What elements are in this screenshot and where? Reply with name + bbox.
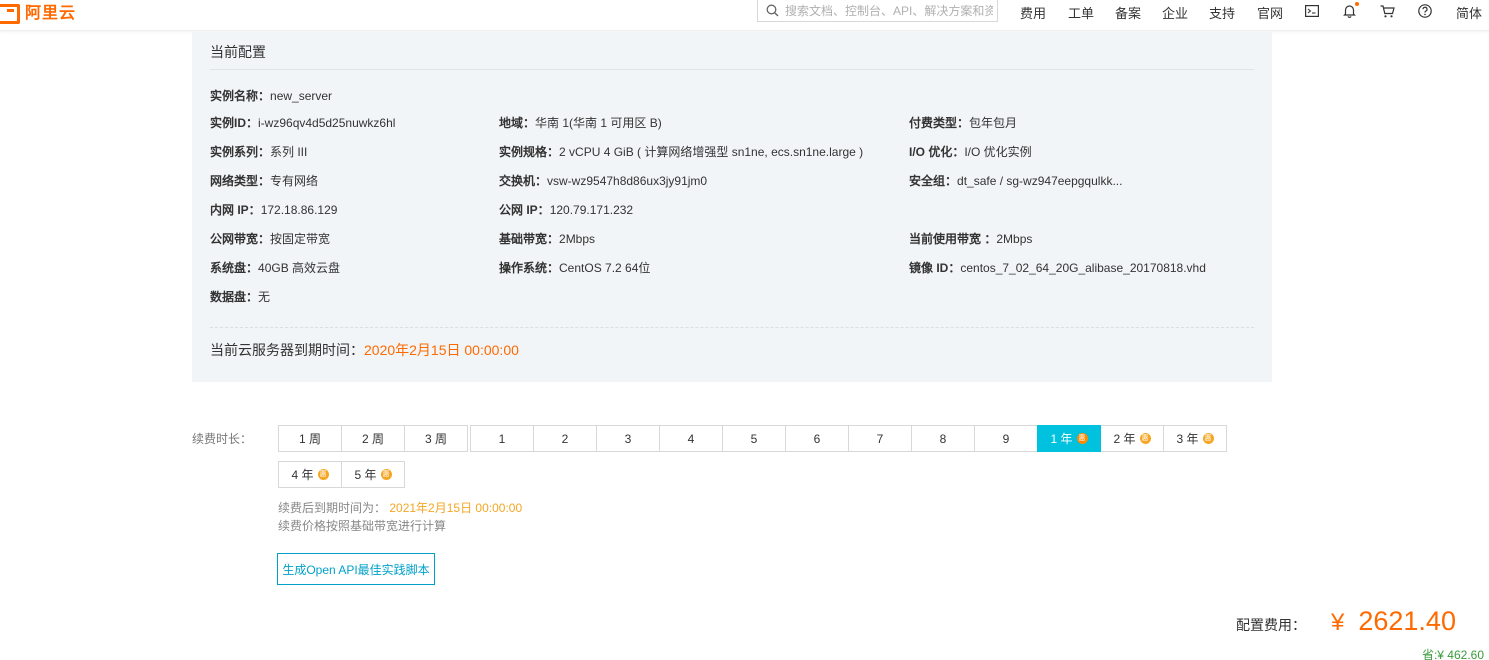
discount-badge-icon: 惠 <box>1076 433 1088 444</box>
public-ip: 公网 IP：120.79.171.232 <box>499 203 634 217</box>
discount-badge-icon: 惠 <box>1202 433 1214 444</box>
duration-option-label: 8 <box>939 431 947 446</box>
duration-option[interactable]: 4 年惠 <box>278 461 342 488</box>
nav-fee[interactable]: 费用 <box>1020 3 1046 22</box>
duration-option[interactable]: 2 年惠 <box>1100 425 1164 452</box>
duration-option[interactable]: 4 <box>659 425 723 452</box>
duration-options-row-1: 1 周2 周3 周1234567891 年惠2 年惠3 年惠 <box>278 425 1227 452</box>
help-icon[interactable] <box>1417 3 1433 19</box>
bell-icon[interactable] <box>1341 2 1359 19</box>
top-bar: 阿里云 费用 工单 备案 企业 支持 官网 简体 <box>0 0 1489 31</box>
instance-family: 实例系列：系列 III <box>210 145 308 159</box>
duration-option[interactable]: 8 <box>911 425 975 452</box>
panel-title: 当前配置 <box>210 44 266 60</box>
duration-option[interactable]: 3 年惠 <box>1163 425 1227 452</box>
divider <box>210 69 1254 70</box>
duration-option-label: 2 年 <box>1113 432 1136 446</box>
discount-badge-icon: 惠 <box>380 469 392 480</box>
duration-option[interactable]: 2 <box>533 425 597 452</box>
nav-filing[interactable]: 备案 <box>1115 3 1141 22</box>
instance-name: 实例名称：new_server <box>210 89 333 103</box>
renew-expire-info: 续费后到期时间为： 2021年2月15日 00:00:00 <box>278 501 523 515</box>
private-ip: 内网 IP：172.18.86.129 <box>210 203 338 217</box>
duration-option-label: 5 <box>750 431 758 446</box>
duration-option[interactable]: 6 <box>785 425 849 452</box>
cart-icon[interactable] <box>1379 3 1395 19</box>
duration-option[interactable]: 2 周 <box>341 425 405 452</box>
duration-option[interactable]: 5 年惠 <box>341 461 405 488</box>
io-optimized: I/O 优化：I/O 优化实例 <box>909 145 1032 159</box>
duration-option-label: 1 <box>498 431 506 446</box>
duration-option-label: 3 <box>624 431 632 446</box>
data-disk: 数据盘：无 <box>210 290 271 304</box>
region: 地域：华南 1(华南 1 可用区 B) <box>499 116 662 130</box>
operating-system: 操作系统：CentOS 7.2 64位 <box>499 261 651 275</box>
duration-option[interactable]: 9 <box>974 425 1038 452</box>
logo[interactable]: 阿里云 <box>0 0 77 24</box>
pay-type: 付费类型：包年包月 <box>909 116 1018 130</box>
config-fee-amount: ¥2621.40 <box>1331 606 1456 636</box>
renew-duration-label: 续费时长： <box>192 432 253 446</box>
nav-official-site[interactable]: 官网 <box>1257 3 1283 22</box>
dashed-divider <box>210 327 1254 328</box>
discount-badge-icon: 惠 <box>1139 433 1151 444</box>
duration-option-label: 4 年 <box>291 468 314 482</box>
duration-option-label: 4 <box>687 431 695 446</box>
nav-support[interactable]: 支持 <box>1209 3 1235 22</box>
duration-option-label: 2 周 <box>361 432 384 446</box>
image-id: 镜像 ID：centos_7_02_64_20G_alibase_2017081… <box>909 261 1206 275</box>
duration-option-label: 6 <box>813 431 821 446</box>
system-disk: 系统盘：40GB 高效云盘 <box>210 261 341 275</box>
language-switch[interactable]: 简体 <box>1456 3 1482 22</box>
duration-option-label: 9 <box>1002 431 1010 446</box>
saving-amount: 省:¥ 462.60 <box>1421 648 1484 660</box>
config-fee-label: 配置费用： <box>1236 617 1306 633</box>
duration-option[interactable]: 3 <box>596 425 660 452</box>
duration-option[interactable]: 1 <box>470 425 534 452</box>
duration-option-label: 3 年 <box>1176 432 1199 446</box>
vswitch: 交换机：vsw-wz9547h8d86ux3jy91jm0 <box>499 174 708 188</box>
discount-badge-icon: 惠 <box>317 469 329 480</box>
duration-option[interactable]: 3 周 <box>404 425 468 452</box>
duration-option-label: 2 <box>561 431 569 446</box>
search-box[interactable] <box>757 0 998 22</box>
duration-option[interactable]: 5 <box>722 425 786 452</box>
security-group: 安全组：dt_safe / sg-wz947eepgqulkk... <box>909 174 1123 188</box>
generate-openapi-script-button[interactable]: 生成Open API最佳实践脚本 <box>277 553 435 585</box>
instance-spec: 实例规格：2 vCPU 4 GiB ( 计算网络增强型 sn1ne, ecs.s… <box>499 145 864 159</box>
nav-ticket[interactable]: 工单 <box>1068 3 1094 22</box>
network-type: 网络类型：专有网络 <box>210 174 319 188</box>
bandwidth-type: 公网带宽：按固定带宽 <box>210 232 331 246</box>
search-input[interactable] <box>785 3 993 18</box>
duration-option[interactable]: 1 周 <box>278 425 342 452</box>
nav-enterprise[interactable]: 企业 <box>1162 3 1188 22</box>
instance-id: 实例ID：i-wz96qv4d5d25nuwkz6hl <box>210 116 396 130</box>
duration-option[interactable]: 1 年惠 <box>1037 425 1101 452</box>
duration-option-label: 7 <box>876 431 884 446</box>
notification-dot <box>1355 2 1359 6</box>
current-bandwidth: 当前使用带宽 ：2Mbps <box>909 232 1033 246</box>
duration-option-label: 1 周 <box>298 432 321 446</box>
current-config-panel: 当前配置 实例名称：new_server 实例ID：i-wz96qv4d5d25… <box>192 32 1272 382</box>
duration-options-row-2: 4 年惠5 年惠 <box>278 461 405 488</box>
current-expire-time: 当前云服务器到期时间：2020年2月15日 00:00:00 <box>210 342 519 358</box>
duration-option[interactable]: 7 <box>848 425 912 452</box>
duration-option-label: 1 年 <box>1050 432 1073 446</box>
duration-option-label: 3 周 <box>424 432 447 446</box>
logo-text: 阿里云 <box>25 5 77 22</box>
terminal-icon[interactable] <box>1304 3 1320 19</box>
search-icon <box>766 4 779 17</box>
renew-price-note: 续费价格按照基础带宽进行计算 <box>278 519 447 533</box>
base-bandwidth: 基础带宽：2Mbps <box>499 232 596 246</box>
duration-option-label: 5 年 <box>354 468 377 482</box>
aliyun-logo-icon <box>0 4 22 24</box>
